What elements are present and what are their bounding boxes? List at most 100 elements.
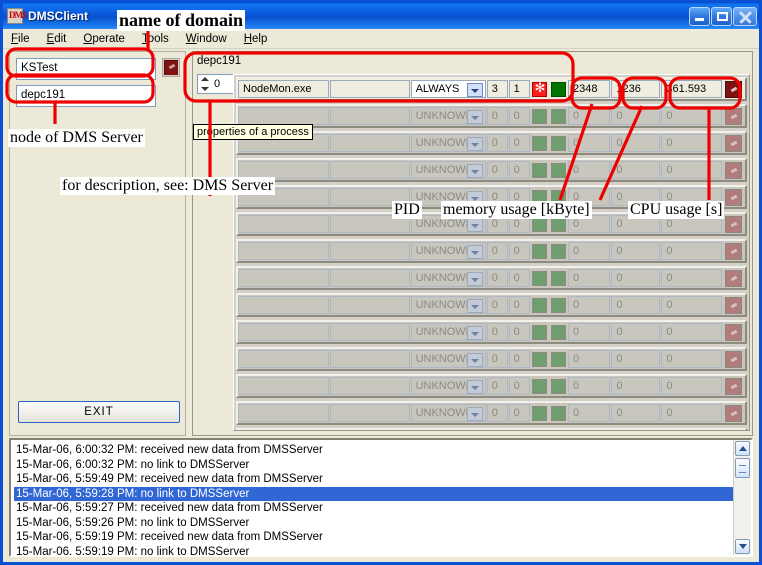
cell-count-2[interactable]: 0	[508, 269, 530, 287]
cell-count-1[interactable]: 0	[486, 269, 508, 287]
table-row[interactable]: UNKNOWN00000	[236, 158, 747, 182]
cell-count-2[interactable]: 0	[508, 404, 530, 422]
process-properties-button[interactable]	[725, 80, 743, 98]
log-list[interactable]: 15-Mar-06, 6:00:32 PM: received new data…	[11, 440, 733, 555]
cell-description[interactable]	[330, 80, 410, 98]
cell-cpu[interactable]: 0	[661, 323, 722, 341]
cell-pid[interactable]: 0	[567, 107, 611, 125]
cell-action[interactable]	[723, 214, 745, 234]
chevron-down-icon[interactable]	[466, 380, 483, 394]
cell-process-name[interactable]	[238, 323, 330, 341]
cell-status-1[interactable]	[531, 376, 550, 396]
cell-process-name[interactable]	[238, 242, 330, 260]
menu-item-help[interactable]: Help	[244, 33, 268, 45]
cell-action[interactable]	[723, 376, 745, 396]
cell-cpu[interactable]: 0	[661, 161, 722, 179]
chevron-down-icon[interactable]	[466, 272, 483, 286]
cell-process-name[interactable]	[238, 377, 330, 395]
process-properties-button[interactable]	[725, 242, 743, 260]
cell-pid[interactable]: 0	[567, 350, 611, 368]
cell-count-2[interactable]: 0	[508, 323, 530, 341]
cell-count-1[interactable]: 0	[486, 242, 508, 260]
cell-count-2[interactable]: 0	[508, 296, 530, 314]
cell-cpu[interactable]: 0	[661, 134, 722, 152]
chevron-down-icon[interactable]	[466, 137, 483, 151]
cell-status-1[interactable]	[531, 403, 550, 423]
cell-status-2[interactable]	[549, 241, 568, 261]
domain-action-button[interactable]	[162, 58, 180, 77]
cell-action[interactable]	[723, 133, 745, 153]
cell-memory[interactable]: 0	[611, 134, 661, 152]
log-entry[interactable]: 15-Mar-06, 5:59:49 PM: received new data…	[14, 472, 733, 487]
cell-action[interactable]	[723, 295, 745, 315]
cell-action[interactable]	[723, 322, 745, 342]
cell-mode-select[interactable]: UNKNOWN	[410, 269, 486, 287]
cell-count-1[interactable]: 0	[486, 350, 508, 368]
chevron-down-icon[interactable]	[466, 353, 483, 367]
process-properties-button[interactable]	[725, 296, 743, 314]
chevron-down-icon[interactable]	[466, 407, 483, 421]
cell-count-1[interactable]: 0	[486, 161, 508, 179]
log-entry[interactable]: 15-Mar-06, 6:00:32 PM: received new data…	[14, 443, 733, 458]
cell-status-2[interactable]	[549, 268, 568, 288]
cell-description[interactable]	[330, 134, 410, 152]
cell-count-1[interactable]: 3	[486, 80, 508, 98]
cell-action[interactable]	[723, 430, 745, 431]
cell-mode-select[interactable]: UNKNOWN	[410, 350, 486, 368]
cell-pid[interactable]: 0	[567, 404, 611, 422]
cell-status-2[interactable]	[549, 349, 568, 369]
cell-cpu[interactable]: 0	[661, 296, 722, 314]
menu-item-window[interactable]: Window	[186, 33, 227, 45]
process-properties-button[interactable]	[725, 107, 743, 125]
menu-item-operate[interactable]: Operate	[83, 33, 125, 45]
table-row[interactable]: UNKNOWN00000	[236, 293, 747, 317]
cell-pid[interactable]: 0	[567, 161, 611, 179]
menu-item-file[interactable]: File	[11, 33, 30, 45]
cell-count-1[interactable]: 0	[486, 107, 508, 125]
cell-count-2[interactable]: 0	[508, 161, 530, 179]
cell-mode-select[interactable]: UNKNOWN	[410, 323, 486, 341]
cell-count-1[interactable]: 0	[486, 296, 508, 314]
cell-count-2[interactable]: 0	[508, 350, 530, 368]
cell-count-1[interactable]: 0	[486, 404, 508, 422]
cell-cpu[interactable]: 0	[661, 242, 722, 260]
log-entry[interactable]: 15-Mar-06, 5:59:19 PM: received new data…	[14, 530, 733, 545]
cell-count-1[interactable]: 0	[486, 323, 508, 341]
cell-pid[interactable]: 0	[567, 134, 611, 152]
cell-cpu[interactable]: 0	[661, 269, 722, 287]
cell-memory[interactable]: 0	[611, 161, 661, 179]
table-row[interactable]: UNKNOWN00000	[236, 401, 747, 425]
cell-pid[interactable]: 0	[567, 269, 611, 287]
cell-description[interactable]	[330, 377, 410, 395]
process-properties-button[interactable]	[725, 134, 743, 152]
chevron-down-icon[interactable]	[466, 218, 483, 232]
cell-process-name[interactable]: NodeMon.exe	[238, 80, 330, 98]
cell-pid[interactable]: 2348	[567, 80, 611, 98]
cell-status-2[interactable]	[549, 322, 568, 342]
cell-status-1[interactable]	[531, 268, 550, 288]
cell-mode-select[interactable]: UNKNOWN	[410, 161, 486, 179]
cell-memory[interactable]: 0	[611, 404, 661, 422]
cell-status-1[interactable]	[531, 322, 550, 342]
table-row[interactable]: UNKNOWN00000	[236, 347, 747, 371]
chevron-down-icon[interactable]	[466, 110, 483, 124]
row-index-spinner[interactable]: 0	[197, 74, 235, 94]
cell-mode-select[interactable]: UNKNOWN	[410, 296, 486, 314]
cell-action[interactable]	[723, 268, 745, 288]
cell-status-2[interactable]	[549, 79, 568, 99]
process-properties-button[interactable]	[725, 269, 743, 287]
cell-mode-select[interactable]: UNKNOWN	[410, 242, 486, 260]
cell-status-2[interactable]	[549, 133, 568, 153]
cell-pid[interactable]: 0	[567, 377, 611, 395]
cell-status-1[interactable]	[531, 430, 550, 431]
menu-item-edit[interactable]: Edit	[47, 33, 67, 45]
cell-action[interactable]	[723, 403, 745, 423]
cell-pid[interactable]: 0	[567, 296, 611, 314]
cell-count-2[interactable]: 0	[508, 242, 530, 260]
cell-status-1[interactable]	[531, 106, 550, 126]
cell-action[interactable]	[723, 241, 745, 261]
log-entry[interactable]: 15-Mar-06, 5:59:26 PM: no link to DMSSer…	[14, 516, 733, 531]
chevron-down-icon[interactable]	[466, 83, 483, 97]
close-button[interactable]	[733, 6, 757, 26]
cell-cpu[interactable]: 0	[661, 107, 722, 125]
